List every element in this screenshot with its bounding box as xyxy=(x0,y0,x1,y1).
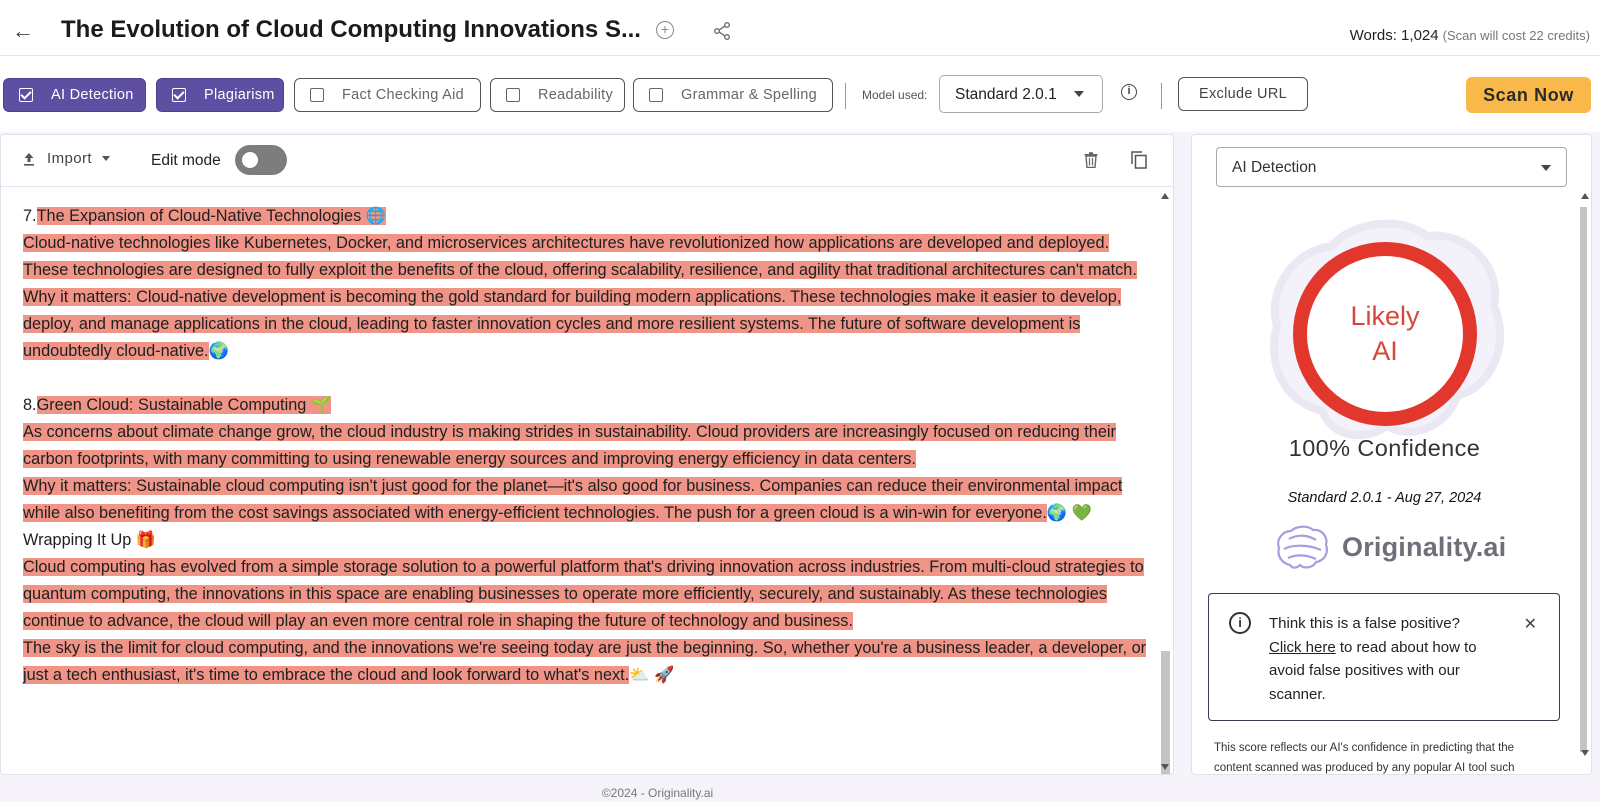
checkbox-unchecked-icon xyxy=(649,88,663,102)
highlighted-text: The sky is the limit for cloud computing… xyxy=(23,639,1147,684)
info-icon: i xyxy=(1229,612,1251,634)
checkbox-checked-icon xyxy=(172,88,186,102)
paragraph: Cloud computing has evolved from a simpl… xyxy=(23,554,1148,635)
chip-label: AI Detection xyxy=(51,87,134,103)
highlighted-text: Why it matters: Cloud-native development… xyxy=(23,288,1122,360)
brand-logo: Originality.ai xyxy=(1276,525,1506,569)
model-select-value: Standard 2.0.1 xyxy=(955,86,1057,103)
checkbox-checked-icon xyxy=(19,88,33,102)
word-count-label: Words: 1,024 xyxy=(1349,27,1439,44)
paragraph: Why it matters: Sustainable cloud comput… xyxy=(23,473,1148,527)
document-title: The Evolution of Cloud Computing Innovat… xyxy=(61,16,641,43)
toggle-knob xyxy=(242,152,258,168)
chip-label: Readability xyxy=(538,87,614,103)
copy-icon[interactable] xyxy=(1131,151,1147,169)
verdict-line: AI xyxy=(1372,336,1398,366)
fact-checking-toggle[interactable]: Fact Checking Aid xyxy=(294,78,481,112)
import-button[interactable]: Import xyxy=(23,150,110,167)
verdict-text: Likely AI xyxy=(1350,299,1419,369)
highlighted-text: Why it matters: Sustainable cloud comput… xyxy=(23,477,1123,522)
paragraph: Why it matters: Cloud-native development… xyxy=(23,284,1148,365)
chip-label: Fact Checking Aid xyxy=(342,87,464,103)
edit-mode-label: Edit mode xyxy=(151,152,221,169)
upload-icon xyxy=(24,152,34,166)
trash-icon[interactable] xyxy=(1084,152,1098,168)
highlighted-text: As concerns about climate change grow, t… xyxy=(23,423,1116,468)
brain-logo-icon xyxy=(1277,525,1328,569)
editor-toolbar: Import Edit mode xyxy=(1,135,1173,187)
chevron-down-icon xyxy=(101,156,110,161)
model-date: Standard 2.0.1 - Aug 27, 2024 xyxy=(1287,490,1482,506)
chip-label: Grammar & Spelling xyxy=(681,87,817,103)
highlighted-heading: Green Cloud: Sustainable Computing 🌱 xyxy=(36,396,332,414)
document-text[interactable]: 7.The Expansion of Cloud-Native Technolo… xyxy=(23,203,1148,689)
ai-detection-toggle[interactable]: AI Detection xyxy=(3,78,146,112)
model-select[interactable]: Standard 2.0.1 xyxy=(939,75,1103,113)
editor-scrollbar[interactable] xyxy=(1157,187,1171,774)
scan-options-toolbar: AI Detection Plagiarism Fact Checking Ai… xyxy=(0,56,1600,132)
info-icon[interactable]: i xyxy=(1121,84,1137,100)
footer-copyright: ©2024 - Originality.ai xyxy=(601,786,714,800)
section-heading: 8.Green Cloud: Sustainable Computing 🌱 xyxy=(23,392,1148,419)
false-positive-text: Think this is a false positive? Click he… xyxy=(1269,612,1499,706)
scan-now-button[interactable]: Scan Now xyxy=(1466,77,1591,113)
checkbox-unchecked-icon xyxy=(506,88,520,102)
plagiarism-toggle[interactable]: Plagiarism xyxy=(156,78,284,112)
paragraph: Cloud-native technologies like Kubernete… xyxy=(23,230,1148,284)
chevron-down-icon xyxy=(1074,91,1084,97)
emoji: 🌍 xyxy=(208,342,229,360)
checkbox-unchecked-icon xyxy=(310,88,324,102)
results-scrollbar-thumb[interactable] xyxy=(1580,207,1587,752)
word-count: Words: 1,024 (Scan will cost 22 credits) xyxy=(1350,27,1590,44)
result-type-value: AI Detection xyxy=(1232,159,1317,176)
highlighted-text: Cloud-native technologies like Kubernete… xyxy=(23,234,1137,279)
add-icon[interactable]: + xyxy=(656,21,674,39)
exclude-url-button[interactable]: Exclude URL xyxy=(1178,77,1308,111)
fp-question: Think this is a false positive? xyxy=(1269,615,1460,632)
highlighted-heading: The Expansion of Cloud-Native Technologi… xyxy=(36,207,387,225)
confidence-score: 100% Confidence xyxy=(1288,435,1481,461)
verdict-line: Likely xyxy=(1350,301,1420,331)
scroll-up-arrow-icon[interactable] xyxy=(1161,193,1169,199)
results-panel: AI Detection Likely AI 100% Confidence S… xyxy=(1191,134,1592,775)
grammar-spelling-toggle[interactable]: Grammar & Spelling xyxy=(633,78,833,112)
emoji: 🌍 💚 xyxy=(1046,504,1092,522)
readability-toggle[interactable]: Readability xyxy=(490,78,625,112)
share-icon[interactable] xyxy=(712,21,732,41)
toolbar-divider xyxy=(845,83,846,109)
scroll-down-arrow-icon[interactable] xyxy=(1161,764,1169,770)
section-number: 8. xyxy=(23,396,37,414)
section-heading: Wrapping It Up 🎁 xyxy=(23,531,157,549)
scroll-up-arrow-icon[interactable] xyxy=(1581,193,1589,199)
header-bar: ← The Evolution of Cloud Computing Innov… xyxy=(0,0,1600,56)
model-label: Model used: xyxy=(862,88,928,102)
edit-mode-toggle[interactable] xyxy=(235,145,287,175)
ai-verdict-gauge: Likely AI xyxy=(1293,242,1477,426)
toolbar-divider xyxy=(1161,83,1162,109)
scroll-down-arrow-icon[interactable] xyxy=(1581,750,1589,756)
false-positive-notice: i Think this is a false positive? Click … xyxy=(1208,593,1560,721)
scrollbar-thumb[interactable] xyxy=(1161,651,1170,774)
section-heading: 7.The Expansion of Cloud-Native Technolo… xyxy=(23,203,1148,230)
chevron-down-icon xyxy=(1541,165,1551,171)
paragraph: The sky is the limit for cloud computing… xyxy=(23,635,1148,689)
paragraph: As concerns about climate change grow, t… xyxy=(23,419,1148,473)
result-type-select[interactable]: AI Detection xyxy=(1216,147,1567,187)
close-icon[interactable]: ✕ xyxy=(1524,614,1537,634)
back-arrow-icon[interactable]: ← xyxy=(10,18,36,44)
highlighted-text: Cloud computing has evolved from a simpl… xyxy=(23,558,1144,630)
import-label: Import xyxy=(47,150,92,167)
brand-name: Originality.ai xyxy=(1342,531,1507,562)
scan-cost-note: (Scan will cost 22 credits) xyxy=(1442,28,1590,43)
chip-label: Plagiarism xyxy=(204,87,275,103)
score-explanation: This score reflects our AI's confidence … xyxy=(1214,742,1515,774)
false-positive-link[interactable]: Click here xyxy=(1269,639,1336,656)
emoji: ⛅ 🚀 xyxy=(629,666,675,684)
editor-panel: Import Edit mode 7.The Expansion of Clou… xyxy=(0,134,1174,775)
section-number: 7. xyxy=(23,207,37,225)
